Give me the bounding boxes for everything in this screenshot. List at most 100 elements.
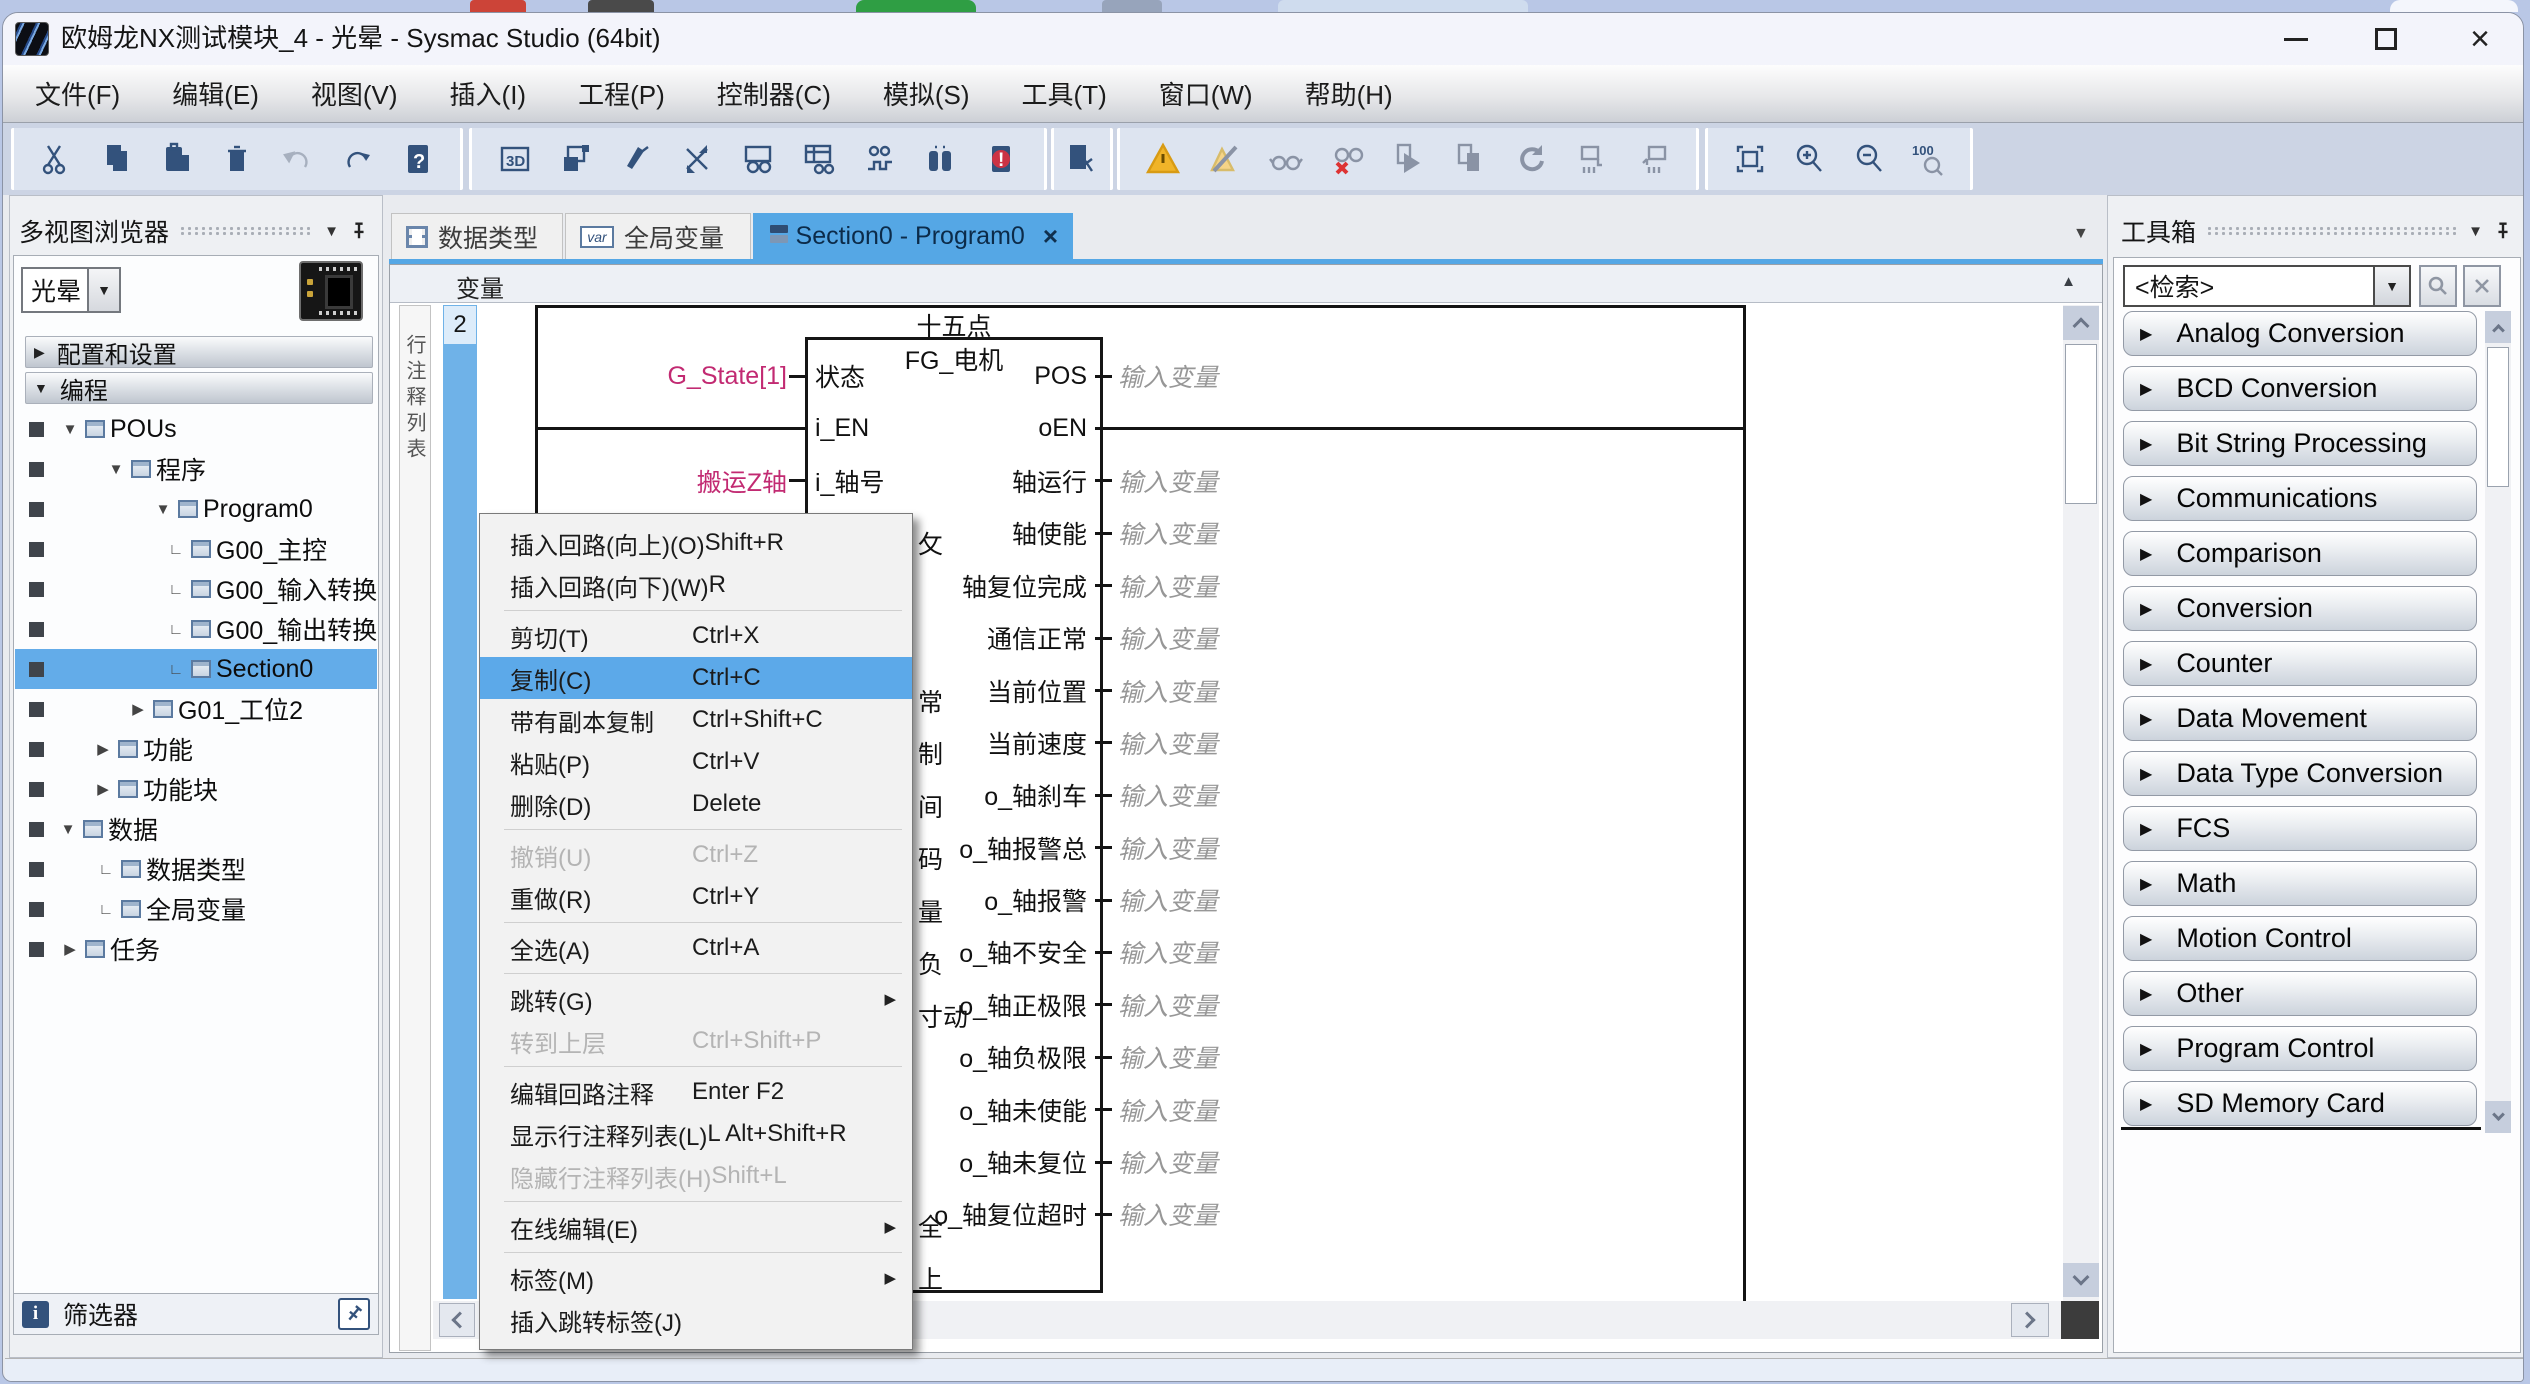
paste-icon[interactable] xyxy=(159,141,195,177)
menubar-item[interactable]: 编辑(E) xyxy=(146,65,285,122)
tree-item[interactable]: ∟ G00_输出转换 xyxy=(15,609,377,649)
editor-vscroll-thumb[interactable] xyxy=(2065,344,2097,504)
build-warning-off-icon[interactable] xyxy=(1206,141,1242,177)
tree-expander-icon[interactable]: ▼ xyxy=(153,501,173,518)
filter-pin-button[interactable] xyxy=(338,1298,370,1330)
toolbox-category[interactable]: ▶ BCD Conversion xyxy=(2123,366,2477,411)
right-pin-row[interactable]: o_轴报警总 输入变量 xyxy=(805,822,1753,874)
error-document-icon[interactable]: ! xyxy=(983,141,1019,177)
context-menu-item[interactable] xyxy=(480,1248,912,1257)
tree-expander-icon[interactable]: ∟ xyxy=(96,861,116,878)
tree-expander-icon[interactable]: ∟ xyxy=(166,661,186,678)
toolbox-search-value[interactable]: <检索> xyxy=(2125,267,2373,305)
tree-item[interactable]: ▶ 功能 xyxy=(15,729,377,769)
build-warning-icon[interactable] xyxy=(1145,141,1181,177)
close-button[interactable]: × xyxy=(2457,19,2503,59)
transfer-to-controller-icon[interactable] xyxy=(1574,141,1610,177)
toolbox-category[interactable]: ▶ Counter xyxy=(2123,641,2477,686)
cut-icon[interactable] xyxy=(38,141,74,177)
tree-item[interactable]: ∟ 数据类型 xyxy=(15,849,377,889)
context-menu-item[interactable]: 在线编辑(E) xyxy=(480,1206,912,1248)
toolbox-search-button[interactable] xyxy=(2419,265,2457,307)
toolbox-search-dropdown-icon[interactable]: ▼ xyxy=(2373,267,2409,305)
pin-placeholder-variable[interactable]: 输入变量 xyxy=(1112,1039,1218,1075)
controller-selector[interactable]: 光晕 ▼ xyxy=(21,267,121,313)
tree-expander-icon[interactable]: ▶ xyxy=(93,780,113,798)
context-menu-item[interactable]: 编辑回路注释 Enter F2 xyxy=(480,1071,912,1113)
pin-placeholder-variable[interactable]: 输入变量 xyxy=(1112,830,1218,866)
right-pin-row[interactable]: 轴运行 输入变量 xyxy=(805,455,1753,507)
toolbox-category[interactable]: ▶ Data Type Conversion xyxy=(2123,751,2477,796)
toolbox-vscroll-thumb[interactable] xyxy=(2487,347,2509,487)
maximize-button[interactable] xyxy=(2363,19,2409,59)
right-pin-row[interactable]: o_轴报警 输入变量 xyxy=(805,874,1753,926)
context-menu-item[interactable] xyxy=(480,606,912,615)
editor-vscroll-up-button[interactable] xyxy=(2063,306,2099,340)
zoom-in-icon[interactable] xyxy=(1791,141,1827,177)
toolbox-category[interactable]: ▶ Bit String Processing xyxy=(2123,421,2477,466)
right-pin-row[interactable]: 当前速度 输入变量 xyxy=(805,717,1753,769)
context-menu-item[interactable]: 剪切(T) Ctrl+X xyxy=(480,615,912,657)
build-tool-icon[interactable] xyxy=(618,141,654,177)
toolbox-category[interactable]: ▶ Data Movement xyxy=(2123,696,2477,741)
toolbox-category[interactable]: ▶ Comparison xyxy=(2123,531,2477,576)
right-pin-row[interactable]: 通信正常 输入变量 xyxy=(805,612,1753,664)
zoom-fit-icon[interactable] xyxy=(1732,141,1768,177)
editor-vscroll-down-button[interactable] xyxy=(2063,1263,2099,1297)
tree-item[interactable]: ∟ 全局变量 xyxy=(15,889,377,929)
right-pin-row[interactable]: o_轴负极限 输入变量 xyxy=(805,1031,1753,1083)
cross-reference-icon[interactable] xyxy=(679,141,715,177)
row-comment-column[interactable]: 行注释列表 xyxy=(399,305,431,1351)
monitor-stop-icon[interactable] xyxy=(1329,141,1365,177)
tree-item[interactable]: ▼ 程序 xyxy=(15,449,377,489)
run-document-icon[interactable] xyxy=(1390,141,1426,177)
toolbox-category[interactable]: ▶ Analog Conversion xyxy=(2123,311,2477,356)
controller-selector-arrow-icon[interactable]: ▼ xyxy=(87,269,119,311)
menubar-item[interactable]: 工程(P) xyxy=(552,65,691,122)
menubar-item[interactable]: 模拟(S) xyxy=(857,65,996,122)
tree-item[interactable]: ▶ 功能块 xyxy=(15,769,377,809)
pin-placeholder-variable[interactable]: 输入变量 xyxy=(1112,568,1218,604)
toolbox-vscroll-up-button[interactable] xyxy=(2485,311,2511,343)
tree-section-config[interactable]: ▶ 配置和设置 xyxy=(25,336,373,368)
tab-data-types[interactable]: 数据类型 xyxy=(391,213,563,259)
pin-placeholder-variable[interactable]: 输入变量 xyxy=(1112,725,1218,761)
right-pin-row[interactable]: o_轴复位超时 输入变量 xyxy=(805,1188,1753,1240)
explorer-pin-icon[interactable] xyxy=(349,221,369,241)
tree-section-programming[interactable]: ▼ 编程 xyxy=(25,372,373,404)
context-menu-item[interactable] xyxy=(480,969,912,978)
tab-section0-program0[interactable]: Section0 - Program0 × xyxy=(753,213,1073,259)
context-menu-item[interactable]: 插入跳转标签(J) xyxy=(480,1299,912,1341)
tree-item[interactable]: ▼ 数据 xyxy=(15,809,377,849)
tree-expander-icon[interactable]: ∟ xyxy=(166,541,186,558)
context-menu-item[interactable]: 粘贴(P) Ctrl+V xyxy=(480,741,912,783)
minimize-button[interactable] xyxy=(2273,19,2319,59)
tree-expander-icon[interactable]: ▶ xyxy=(128,700,148,718)
search-binoculars-icon[interactable] xyxy=(922,141,958,177)
pin-placeholder-variable[interactable]: 输入变量 xyxy=(1112,1196,1218,1232)
right-pin-row[interactable]: POS 输入变量 xyxy=(805,350,1753,402)
copy-document-icon[interactable] xyxy=(1451,141,1487,177)
tab-close-icon[interactable]: × xyxy=(1043,221,1058,252)
menubar-item[interactable]: 文件(F) xyxy=(9,65,146,122)
watch-document-icon[interactable] xyxy=(740,141,776,177)
tree-item[interactable]: ∟ G00_输入转换 xyxy=(15,569,377,609)
compile-check-icon[interactable] xyxy=(1064,141,1100,177)
context-menu-item[interactable]: 跳转(G) xyxy=(480,978,912,1020)
tree-expander-icon[interactable]: ▼ xyxy=(106,461,126,478)
context-menu-item[interactable] xyxy=(480,825,912,834)
variables-bar[interactable]: 变量 ▲ xyxy=(390,265,2102,303)
help-document-icon[interactable]: ? xyxy=(400,141,436,177)
right-pin-row[interactable]: o_轴刹车 输入变量 xyxy=(805,769,1753,821)
pin-placeholder-variable[interactable]: 输入变量 xyxy=(1112,1092,1218,1128)
pin-connection-variable[interactable]: 搬运Z轴 xyxy=(563,463,805,499)
3d-view-icon[interactable]: 3D xyxy=(497,141,533,177)
context-menu-item[interactable]: 重做(R) Ctrl+Y xyxy=(480,876,912,918)
variables-collapse-icon[interactable]: ▲ xyxy=(2061,273,2076,290)
toolbox-category[interactable]: ▶ Conversion xyxy=(2123,586,2477,631)
copy-icon[interactable] xyxy=(99,141,135,177)
tree-item[interactable]: ▶ 任务 xyxy=(15,929,377,969)
toolbox-category[interactable]: ▶ Communications xyxy=(2123,476,2477,521)
editor-hscroll-right-button[interactable] xyxy=(2011,1303,2049,1337)
context-menu-item[interactable]: 插入回路(向下)(W) R xyxy=(480,564,912,606)
